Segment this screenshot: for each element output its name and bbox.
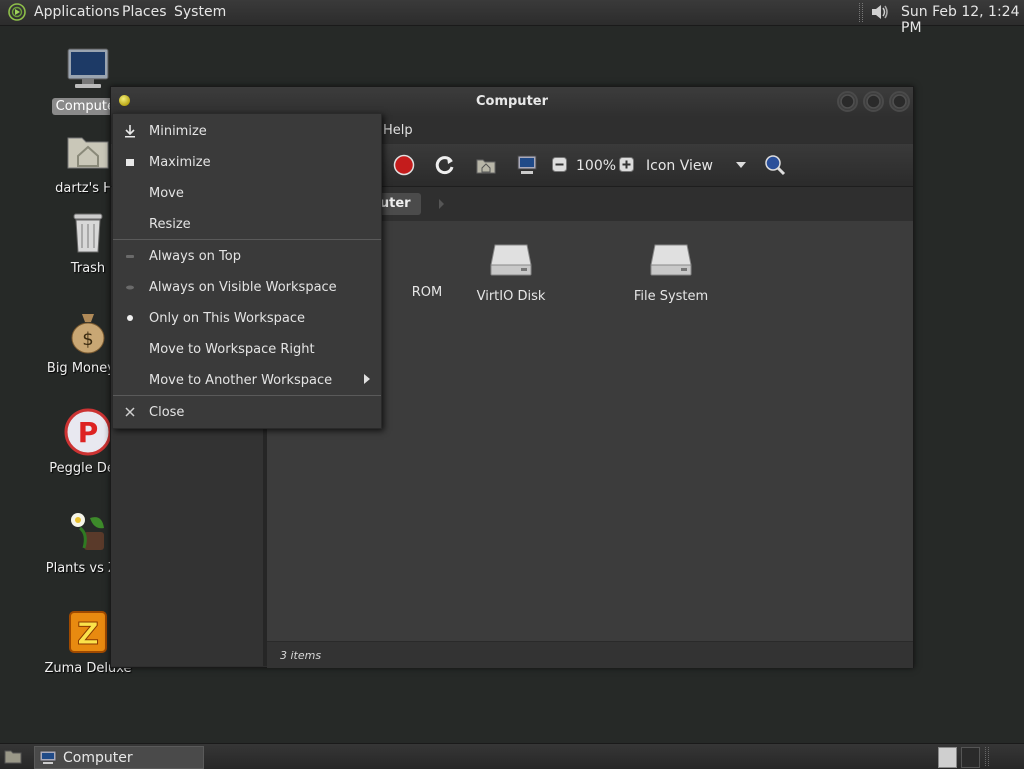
computer-icon[interactable]	[516, 154, 538, 176]
workspace-1[interactable]	[938, 747, 957, 768]
places-menu[interactable]: Places	[122, 4, 167, 20]
panel-handle[interactable]	[985, 747, 989, 766]
breadcrumb-arrow-icon[interactable]	[439, 199, 444, 209]
menu-item-label: Always on Visible Workspace	[149, 280, 337, 295]
workspace-2[interactable]	[961, 747, 980, 768]
radio-off-icon	[126, 255, 134, 258]
file-item-label: VirtIO Disk	[476, 289, 546, 304]
close-button[interactable]	[889, 91, 910, 112]
taskbar-item-computer[interactable]: Computer	[34, 746, 204, 769]
search-icon[interactable]	[764, 154, 786, 176]
trash-icon	[73, 213, 103, 253]
desktop-icon-label: Trash	[70, 261, 106, 276]
chevron-down-icon[interactable]	[735, 160, 747, 170]
menu-separator	[113, 395, 381, 396]
menu-item-move-to-another-workspace[interactable]: Move to Another Workspace	[113, 365, 381, 393]
zoom-level: 100%	[576, 158, 617, 174]
zoom-in-icon[interactable]	[619, 157, 634, 172]
volume-icon[interactable]	[868, 2, 892, 22]
menu-item-label: Always on Top	[149, 249, 241, 264]
system-menu[interactable]: System	[174, 4, 226, 20]
money-bag-icon: $	[71, 314, 105, 354]
maximize-button[interactable]	[863, 91, 884, 112]
radio-on-icon	[127, 315, 133, 321]
window-context-menu: Minimize Maximize Move Resize Always on …	[112, 113, 382, 429]
home-folder-icon	[67, 137, 109, 169]
svg-text:Z: Z	[77, 617, 99, 652]
menu-item-label: Only on This Workspace	[149, 311, 305, 326]
help-menu[interactable]: Help	[383, 123, 413, 138]
menu-item-label: Move to Workspace Right	[149, 342, 315, 357]
menu-item-resize[interactable]: Resize	[113, 209, 381, 237]
menu-item-label: Minimize	[149, 124, 207, 139]
peggle-icon: P	[64, 408, 112, 456]
computer-icon	[39, 750, 57, 764]
computer-icon	[67, 48, 109, 88]
zuma-icon: Z	[69, 611, 107, 653]
menu-item-close[interactable]: Close	[113, 397, 381, 425]
status-text: 3 items	[280, 649, 322, 662]
menu-item-label: Move to Another Workspace	[149, 373, 333, 388]
show-desktop-icon[interactable]	[4, 748, 22, 764]
status-bar: 3 items	[267, 641, 913, 668]
menu-item-maximize[interactable]: Maximize	[113, 147, 381, 175]
menu-item-label: Resize	[149, 217, 191, 232]
taskbar-item-label: Computer	[63, 750, 133, 766]
view-mode-select[interactable]: Icon View	[646, 158, 713, 174]
reload-icon[interactable]	[434, 154, 456, 176]
panel-handle[interactable]	[859, 3, 863, 22]
menu-item-label: Maximize	[149, 155, 211, 170]
clock[interactable]: Sun Feb 12, 1:24 PM	[901, 4, 1024, 36]
distro-logo-icon[interactable]	[8, 3, 26, 21]
submenu-arrow-icon	[364, 374, 370, 384]
plants-icon	[71, 513, 104, 550]
svg-text:$: $	[82, 329, 93, 350]
zoom-out-icon[interactable]	[552, 157, 567, 172]
menu-item-label: Move	[149, 186, 184, 201]
file-item-virtio-disk[interactable]: VirtIO Disk	[451, 241, 571, 304]
top-panel: Applications Places System Sun Feb 12, 1…	[0, 0, 1024, 36]
svg-text:P: P	[78, 416, 99, 449]
bottom-panel: Computer	[0, 743, 1024, 769]
file-item-file-system[interactable]: File System	[611, 241, 731, 304]
menu-item-move[interactable]: Move	[113, 178, 381, 206]
menu-separator	[113, 239, 381, 240]
applications-menu[interactable]: Applications	[34, 4, 120, 20]
file-item-label: File System	[633, 289, 709, 304]
close-icon	[125, 407, 135, 417]
minimize-icon	[125, 125, 135, 138]
home-icon[interactable]	[475, 154, 497, 176]
menu-item-only-on-this-workspace[interactable]: Only on This Workspace	[113, 303, 381, 331]
menu-item-move-to-workspace-right[interactable]: Move to Workspace Right	[113, 334, 381, 362]
minimize-button[interactable]	[837, 91, 858, 112]
maximize-icon	[126, 159, 134, 166]
menu-item-minimize[interactable]: Minimize	[113, 116, 381, 144]
radio-off-icon	[126, 285, 134, 290]
menu-item-label: Close	[149, 405, 185, 420]
menu-item-always-on-visible-workspace[interactable]: Always on Visible Workspace	[113, 272, 381, 300]
menu-item-always-on-top[interactable]: Always on Top	[113, 241, 381, 269]
drive-icon	[650, 244, 692, 276]
drive-icon	[490, 244, 532, 276]
window-title: Computer	[475, 94, 549, 109]
stop-icon[interactable]	[393, 154, 415, 176]
